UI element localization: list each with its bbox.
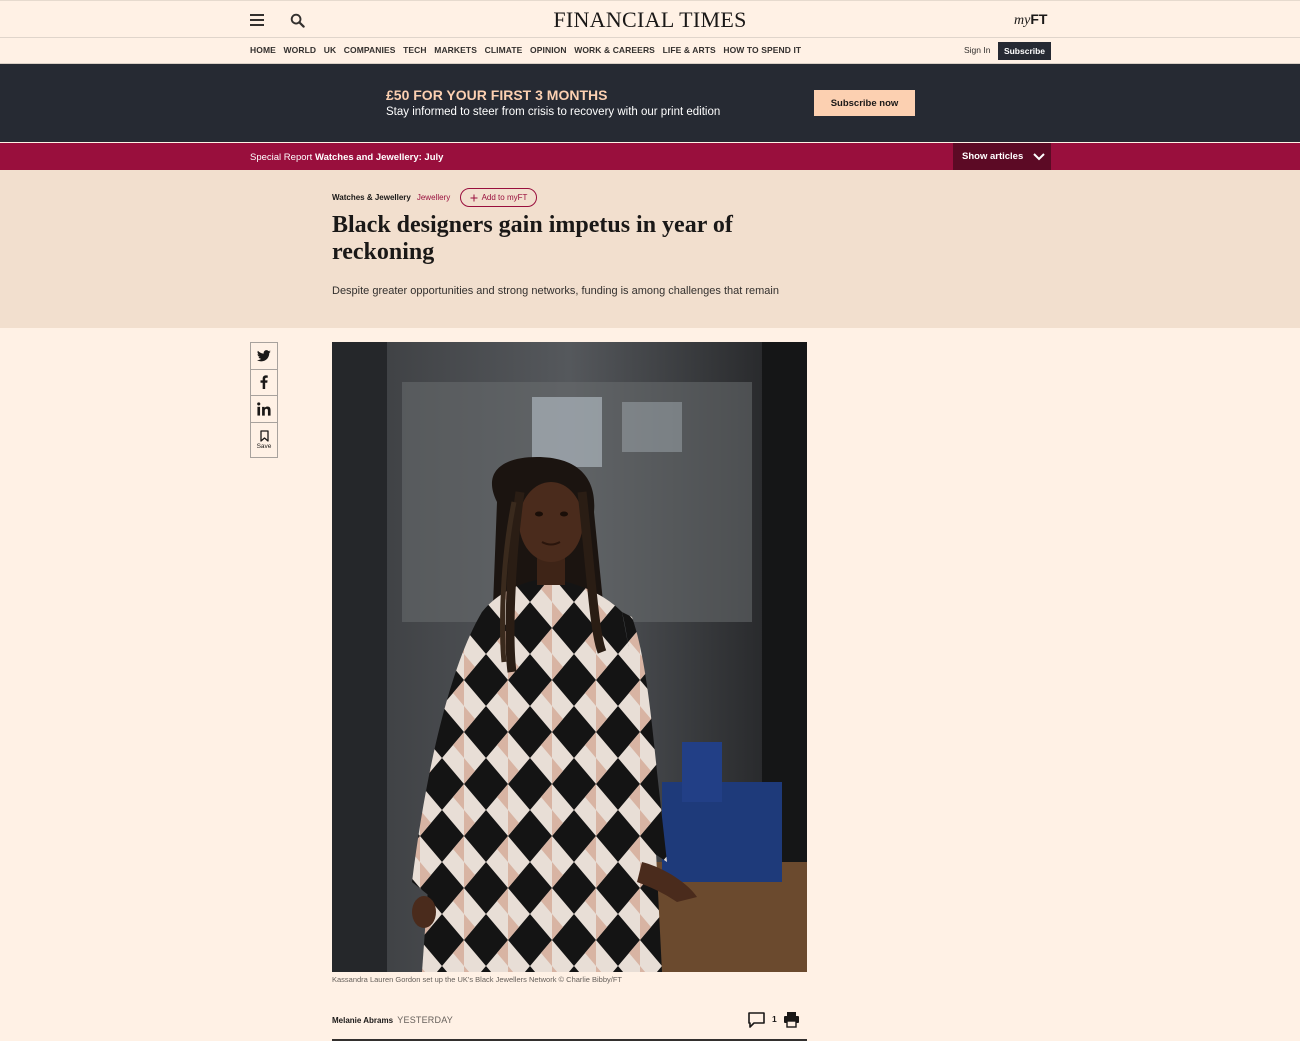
special-report-title: Watches and Jewellery: July	[314, 152, 444, 163]
facebook-icon	[260, 375, 268, 390]
save-button[interactable]: Save	[251, 423, 277, 457]
save-label: Save	[256, 442, 272, 450]
main-nav: HOME WORLD UK COMPANIES TECH MARKETS CLI…	[0, 38, 1300, 64]
article-tags: Watches & Jewellery Jewellery	[332, 193, 450, 202]
nav-item-home[interactable]: HOME	[250, 45, 276, 55]
bookmark-icon	[259, 429, 269, 442]
twitter-share-button[interactable]	[251, 343, 277, 370]
comment-count[interactable]: 1	[772, 1014, 777, 1024]
linkedin-share-button[interactable]	[251, 396, 277, 423]
add-to-myft-label: Add to myFT	[481, 193, 528, 202]
promo-subtext: Stay informed to steer from crisis to re…	[386, 106, 721, 118]
comments-icon[interactable]	[748, 1012, 765, 1033]
share-bar: Save	[250, 342, 278, 458]
sign-in-link[interactable]: Sign In	[964, 45, 990, 55]
nav-item-uk[interactable]: UK	[324, 45, 336, 55]
nav-item-climate[interactable]: CLIMATE	[485, 45, 523, 55]
special-report-bar: Special Report Watches and Jewellery: Ju…	[0, 143, 1300, 170]
chevron-down-icon	[1033, 152, 1045, 160]
facebook-share-button[interactable]	[251, 370, 277, 396]
nav-item-companies[interactable]: COMPANIES	[344, 45, 396, 55]
article-header: Watches & Jewellery Jewellery Add to myF…	[0, 170, 1300, 328]
myft-link[interactable]: myFT	[1014, 11, 1047, 29]
twitter-icon	[257, 349, 271, 362]
nav-item-opinion[interactable]: OPINION	[530, 45, 567, 55]
promo-banner: £50 FOR YOUR FIRST 3 MONTHS Stay informe…	[0, 64, 1300, 142]
print-icon[interactable]	[783, 1011, 800, 1033]
nav-item-life-arts[interactable]: LIFE & ARTS	[663, 45, 716, 55]
promo-subscribe-button[interactable]: Subscribe now	[814, 90, 915, 116]
nav-item-tech[interactable]: TECH	[403, 45, 427, 55]
nav-item-work-careers[interactable]: WORK & CAREERS	[574, 45, 655, 55]
article-standfirst: Despite greater opportunities and strong…	[332, 285, 779, 297]
nav-item-world[interactable]: WORLD	[284, 45, 317, 55]
subscribe-button[interactable]: Subscribe	[998, 42, 1051, 60]
plus-icon	[470, 194, 478, 201]
tag-jewellery[interactable]: Jewellery	[417, 193, 450, 202]
tag-watches-jewellery[interactable]: Watches & Jewellery	[332, 193, 411, 202]
show-articles-button[interactable]: Show articles	[953, 143, 1051, 170]
nav-item-how-to-spend-it[interactable]: HOW TO SPEND IT	[723, 45, 801, 55]
promo-headline: £50 FOR YOUR FIRST 3 MONTHS	[386, 87, 608, 103]
ft-logo[interactable]: FINANCIAL TIMES	[0, 7, 1300, 33]
show-articles-label: Show articles	[962, 151, 1024, 162]
add-to-myft-button[interactable]: Add to myFT	[460, 188, 537, 207]
special-report-label[interactable]: Special Report Watches and Jewellery: Ju…	[250, 152, 443, 163]
site-header: FINANCIAL TIMES myFT	[0, 0, 1300, 38]
article-headline: Black designers gain impetus in year of …	[332, 212, 733, 265]
nav-item-markets[interactable]: MARKETS	[434, 45, 477, 55]
myft-suffix: FT	[1030, 11, 1048, 27]
publish-time: YESTERDAY	[397, 1015, 453, 1025]
special-report-prefix: Special Report	[250, 152, 313, 163]
byline: Melanie Abrams YESTERDAY	[332, 1015, 453, 1025]
author-link[interactable]: Melanie Abrams	[332, 1016, 393, 1025]
article-main-image	[332, 342, 807, 972]
image-caption: Kassandra Lauren Gordon set up the UK's …	[332, 975, 623, 984]
linkedin-icon	[257, 402, 271, 416]
myft-prefix: my	[1014, 13, 1031, 28]
